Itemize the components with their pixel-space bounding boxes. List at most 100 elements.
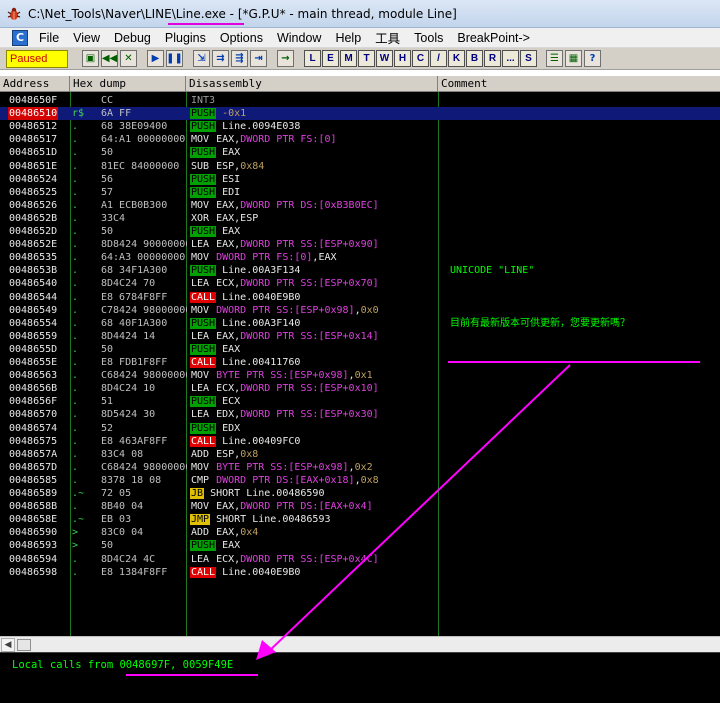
trace-over-icon[interactable]: ⇥ bbox=[250, 50, 267, 67]
row-disassembly: MOV BYTE PTR SS:[ESP+0x98],0x1 bbox=[190, 369, 438, 382]
code-row[interactable]: 0048657D. C68424 98000000 MOV BYTE PTR SS:… bbox=[0, 461, 720, 474]
code-row[interactable]: 00486589 .~ 72 05 JB SHORT Line.00486590 bbox=[0, 487, 720, 500]
row-hex: EB 03 bbox=[101, 514, 132, 526]
row-address: 0048656F bbox=[9, 396, 58, 408]
toolbar-letter-K[interactable]: K bbox=[448, 50, 465, 67]
row-disassembly: PUSH EAX bbox=[190, 146, 438, 159]
col-disassembly[interactable]: Disassembly bbox=[186, 76, 438, 91]
title-bar: C:\Net_Tools\Naver\LINE\Line.exe - [*G.P… bbox=[0, 0, 720, 28]
toolbar-letter-S[interactable]: S bbox=[520, 50, 537, 67]
toolbar-letter-L[interactable]: L bbox=[304, 50, 321, 67]
col-comment[interactable]: Comment bbox=[438, 76, 720, 91]
code-row[interactable]: 0048651D. 50 PUSH EAX bbox=[0, 146, 720, 159]
row-disassembly: MOV DWORD PTR SS:[ESP+0x98],0x0 bbox=[190, 304, 438, 317]
code-row[interactable]: 00486512. 68 38E09400 PUSH Line.0094E038 bbox=[0, 120, 720, 133]
toolbar-letter-C[interactable]: C bbox=[412, 50, 429, 67]
code-row[interactable]: 00486525. 57 PUSH EDI bbox=[0, 186, 720, 199]
menu-plugins[interactable]: Plugins bbox=[158, 31, 213, 45]
code-row[interactable]: 00486535. 64:A3 00000000 MOV DWORD PTR FS:… bbox=[0, 251, 720, 264]
scroll-thumb[interactable] bbox=[17, 638, 31, 651]
code-row[interactable]: 0048652D. 50 PUSH EAX bbox=[0, 225, 720, 238]
step-over-icon[interactable]: ⇉ bbox=[212, 50, 229, 67]
toolbar-letter-ellipsis[interactable]: ... bbox=[502, 50, 519, 67]
row-mnemonic: LEA bbox=[191, 239, 210, 251]
code-row[interactable]: 0048656F. 51 PUSH ECX bbox=[0, 395, 720, 408]
close-icon[interactable]: ✕ bbox=[120, 50, 137, 67]
goto-icon[interactable]: ☰ bbox=[546, 50, 563, 67]
menu-view[interactable]: View bbox=[66, 31, 107, 45]
menu-breakpoint[interactable]: BreakPoint-> bbox=[450, 31, 537, 45]
scroll-left-icon[interactable]: ◀ bbox=[1, 637, 15, 652]
code-row[interactable]: 00486517. 64:A1 00000000 MOV EAX,DWORD PTR… bbox=[0, 133, 720, 146]
code-row[interactable]: 00486593 >50 PUSH EAX bbox=[0, 539, 720, 552]
menu-options[interactable]: Options bbox=[213, 31, 270, 45]
col-hex-dump[interactable]: Hex dump bbox=[70, 76, 186, 91]
code-row[interactable]: 00486585. 8378 18 08 CMP DWORD PTR DS:[EAX… bbox=[0, 474, 720, 487]
code-row[interactable]: 00486570. 8D5424 30 LEA EDX,DWORD PTR SS:[… bbox=[0, 408, 720, 421]
disassembly-panel[interactable]: 0048650F CC INT3 00486510 r$ 6A FF PUSH -0x1 00… bbox=[0, 92, 720, 636]
toolbar-letter-slash[interactable]: / bbox=[430, 50, 447, 67]
code-row[interactable]: 00486554. 68 40F1A300 PUSH Line.00A3F140 目前… bbox=[0, 317, 720, 330]
code-row[interactable]: 0048652E. 8D8424 90000000 LEA EAX,DWORD PT… bbox=[0, 238, 720, 251]
code-row[interactable]: 0048650F CC INT3 bbox=[0, 94, 720, 107]
code-row[interactable]: 00486540. 8D4C24 70 LEA ECX,DWORD PTR SS:[… bbox=[0, 277, 720, 290]
code-row[interactable]: 0048652B. 33C4 XOR EAX,ESP bbox=[0, 212, 720, 225]
row-address: 0048651D bbox=[9, 147, 58, 159]
system-menu-icon[interactable]: C bbox=[12, 29, 28, 46]
code-row[interactable]: 00486524. 56 PUSH ESI bbox=[0, 173, 720, 186]
row-mnemonic: SUB bbox=[191, 160, 210, 172]
code-row[interactable]: 0048651E. 81EC 84000000 SUB ESP,0x84 bbox=[0, 160, 720, 173]
open-icon[interactable]: ▣ bbox=[82, 50, 99, 67]
menu-help[interactable]: Help bbox=[328, 31, 368, 45]
run-icon[interactable]: ▶ bbox=[147, 50, 164, 67]
code-row[interactable]: 0048657A. 83C4 08 ADD ESP,0x8 bbox=[0, 448, 720, 461]
code-row[interactable]: 0048655E. E8 FDB1F8FF CALL Line.00411760 bbox=[0, 356, 720, 369]
col-address[interactable]: Address bbox=[0, 76, 70, 91]
toolbar-letter-R[interactable]: R bbox=[484, 50, 501, 67]
menu-debug[interactable]: Debug bbox=[107, 31, 158, 45]
row-disassembly: PUSH Line.00A3F134 bbox=[190, 264, 438, 277]
code-row[interactable]: 00486510 r$ 6A FF PUSH -0x1 bbox=[0, 107, 720, 121]
code-row[interactable]: 00486575. E8 463AF8FF CALL Line.00409FC0 bbox=[0, 435, 720, 448]
pause-icon[interactable]: ❚❚ bbox=[166, 50, 183, 67]
toolbar-letter-M[interactable]: M bbox=[340, 50, 357, 67]
row-address: 00486526 bbox=[9, 199, 58, 211]
menu-tools[interactable]: Tools bbox=[407, 31, 450, 45]
code-row[interactable]: 00486598. E8 1384F8FF CALL Line.0040E9B0 bbox=[0, 566, 720, 579]
code-row[interactable]: 00486549. C78424 98000000 MOV DWORD PTR SS… bbox=[0, 304, 720, 317]
code-row[interactable]: 00486526. A1 ECB0B300 MOV EAX,DWORD PTR DS… bbox=[0, 199, 720, 212]
horizontal-scrollbar[interactable]: ◀ bbox=[0, 636, 720, 652]
rewind-icon[interactable]: ◀◀ bbox=[101, 50, 118, 67]
code-row[interactable]: 00486559. 8D4424 14 LEA EAX,DWORD PTR SS:[… bbox=[0, 330, 720, 343]
row-address: 00486540 bbox=[9, 278, 58, 290]
trace-into-icon[interactable]: ⇶ bbox=[231, 50, 248, 67]
options-icon[interactable]: ▦ bbox=[565, 50, 582, 67]
execute-till-return-icon[interactable]: → bbox=[277, 50, 294, 67]
code-row[interactable]: 0048655D. 50 PUSH EAX bbox=[0, 343, 720, 356]
code-row[interactable]: 0048653B. 68 34F1A300 PUSH Line.00A3F134 UN… bbox=[0, 264, 720, 277]
code-row[interactable]: 00486590 >83C0 04 ADD EAX,0x4 bbox=[0, 526, 720, 539]
code-row[interactable]: 0048658B. 8B40 04 MOV EAX,DWORD PTR DS:[EA… bbox=[0, 500, 720, 513]
row-operand: BYTE PTR SS:[ESP+0x98],0x1 bbox=[216, 370, 373, 382]
toolbar-letter-H[interactable]: H bbox=[394, 50, 411, 67]
row-hex: 83C4 08 bbox=[101, 448, 144, 460]
row-operand: Line.00A3F134 bbox=[222, 265, 301, 277]
row-flow-marker: . bbox=[72, 474, 79, 486]
code-row[interactable]: 0048656B. 8D4C24 10 LEA ECX,DWORD PTR SS:[… bbox=[0, 382, 720, 395]
row-address: 0048651E bbox=[9, 160, 58, 172]
toolbar-letter-W[interactable]: W bbox=[376, 50, 393, 67]
code-row[interactable]: 0048658E .~ EB 03 JMP SHORT Line.00486593 bbox=[0, 513, 720, 526]
code-row[interactable]: 00486544. E8 6784F8FF CALL Line.0040E9B0 bbox=[0, 291, 720, 304]
menu-window[interactable]: Window bbox=[270, 31, 328, 45]
toolbar-letter-E[interactable]: E bbox=[322, 50, 339, 67]
help-icon[interactable]: ? bbox=[584, 50, 601, 67]
step-into-icon[interactable]: ⇲ bbox=[193, 50, 210, 67]
toolbar-letter-B[interactable]: B bbox=[466, 50, 483, 67]
toolbar-letter-T[interactable]: T bbox=[358, 50, 375, 67]
row-flow-marker: . bbox=[72, 265, 79, 277]
code-row[interactable]: 00486594. 8D4C24 4C LEA ECX,DWORD PTR SS:[… bbox=[0, 553, 720, 566]
code-row[interactable]: 00486563. C68424 98000000 MOV BYTE PTR SS:… bbox=[0, 369, 720, 382]
code-row[interactable]: 00486574. 52 PUSH EDX bbox=[0, 422, 720, 435]
menu-tools-cjk[interactable]: 工具 bbox=[368, 28, 407, 47]
menu-file[interactable]: File bbox=[32, 31, 66, 45]
